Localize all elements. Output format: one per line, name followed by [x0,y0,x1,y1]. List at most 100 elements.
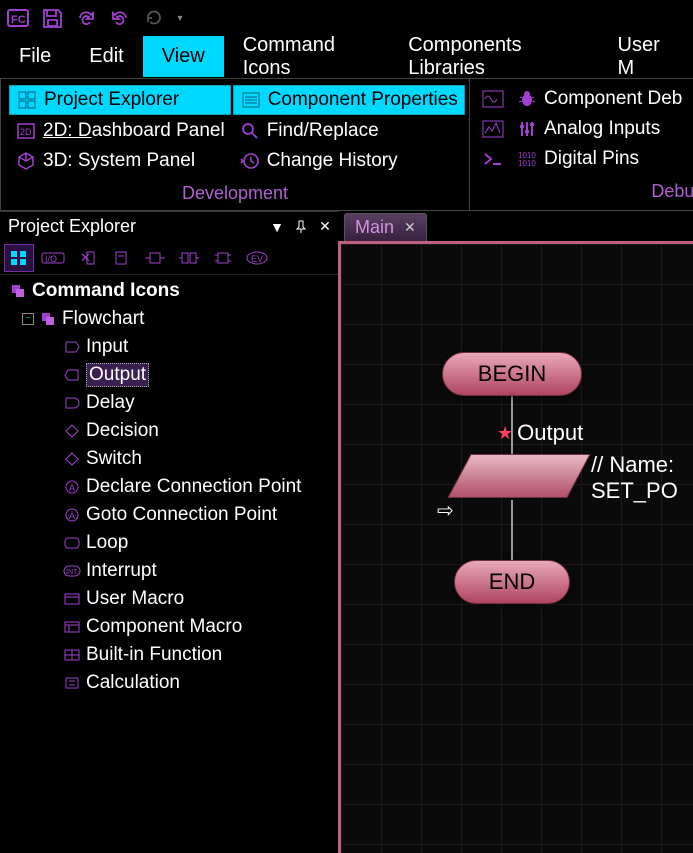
list-icon [240,89,262,111]
input-icon [62,337,82,357]
x-filter-icon[interactable]: ✕ [72,244,102,272]
io-view-icon[interactable]: I/O [38,244,68,272]
hbox2-view-icon[interactable] [174,244,204,272]
save-icon[interactable] [38,4,66,32]
toolbar-dropdown-icon[interactable]: ▾ [174,4,186,32]
panel-dropdown-icon[interactable]: ▼ [268,218,286,236]
binary-icon: 10101010 [516,148,538,170]
ribbon-group-debug: Component Deb Analog Inputs 10101010 Dig… [470,78,693,211]
ribbon-label: Component Properties [268,89,458,111]
find-replace-button[interactable]: Find/Replace [233,117,465,145]
grid-view-icon[interactable] [4,244,34,272]
tree-item-builtin-function[interactable]: Built-in Function [0,641,338,669]
chip-view-icon[interactable] [208,244,238,272]
bug-icon [516,88,538,110]
component-properties-button[interactable]: Component Properties [233,85,465,115]
block-view-icon[interactable] [106,244,136,272]
tree-item-switch[interactable]: Switch [0,445,338,473]
panel-close-icon[interactable]: ✕ [316,218,334,236]
ribbon-label: Project Explorer [44,89,179,111]
digital-pins-button[interactable]: 10101010 Digital Pins [510,145,688,173]
tree-item-calculation[interactable]: Calculation [0,669,338,697]
project-explorer-panel: I/O ✕ EV Command Icons − Flowchart Input… [0,241,338,853]
insert-arrow-icon[interactable]: ⇨ [437,498,454,523]
tree-item-user-macro[interactable]: User Macro [0,585,338,613]
svg-text:INT: INT [66,569,78,576]
tab-close-icon[interactable]: ✕ [404,219,416,236]
undo-icon[interactable] [106,4,134,32]
svg-text:A: A [69,511,75,521]
switch-icon [62,449,82,469]
tree-label: Calculation [86,672,180,694]
project-explorer-button[interactable]: Project Explorer [9,85,231,115]
tree-label: Input [86,336,128,358]
tree-item-output[interactable]: Output [0,361,338,389]
begin-node[interactable]: BEGIN [442,352,582,396]
tree-item-interrupt[interactable]: INTInterrupt [0,557,338,585]
delay-icon [62,393,82,413]
node-label: END [489,569,535,595]
menu-components-libraries[interactable]: Components Libraries [389,36,598,77]
panel-pin-icon[interactable] [292,218,310,236]
star-icon: ★ [497,423,513,444]
ribbon-label: Analog Inputs [544,118,660,140]
svg-text:FC: FC [11,14,26,26]
tree-label: Output [86,363,149,387]
tree-group-flowchart[interactable]: − Flowchart [0,305,338,333]
cube-icon [15,150,37,172]
system-panel-button[interactable]: 3D: System Panel [9,147,231,175]
hbox-view-icon[interactable] [140,244,170,272]
output-node[interactable] [447,454,590,498]
menu-user[interactable]: User M [599,36,693,77]
ribbon-group-development: Project Explorer 2D 2D: Dashboard Panel … [0,78,470,211]
refresh-step-icon[interactable] [140,4,168,32]
tree-item-loop[interactable]: Loop [0,529,338,557]
tree-item-goto-point[interactable]: A Goto Connection Point [0,501,338,529]
editor-area: BEGIN ★ Output ⇨ // Name: SET_PO END [338,241,693,853]
point-a-icon: A [62,477,82,497]
svg-text:2D: 2D [20,127,32,137]
tree-label: Loop [86,532,128,554]
tree-item-decision[interactable]: Decision [0,417,338,445]
menu-view[interactable]: View [143,36,224,77]
node-label: Output [517,420,583,446]
change-history-button[interactable]: Change History [233,147,465,175]
redo-icon[interactable] [72,4,100,32]
app-logo-icon[interactable]: FC [4,4,32,32]
component-debug-button[interactable]: Component Deb [510,85,688,113]
scope-button[interactable] [478,115,508,143]
canvas-grid [341,244,693,853]
panel-2d-icon: 2D [15,120,37,142]
tree-root[interactable]: Command Icons [0,277,338,305]
tree-label: Goto Connection Point [86,504,277,526]
analog-inputs-button[interactable]: Analog Inputs [510,115,688,143]
tree-item-input[interactable]: Input [0,333,338,361]
terminal-icon [482,148,504,170]
node-label: BEGIN [478,361,546,387]
tree-label: Decision [86,420,159,442]
calc-icon [62,673,82,693]
dashboard-panel-button[interactable]: 2D 2D: Dashboard Panel [9,117,231,145]
search-icon [239,120,261,142]
point-a-icon: A [62,505,82,525]
menu-command-icons[interactable]: Command Icons [224,36,390,77]
collapse-icon[interactable]: − [22,313,34,325]
grid-icon [16,89,38,111]
tree-item-component-macro[interactable]: Component Macro [0,613,338,641]
menu-edit[interactable]: Edit [70,36,142,77]
tree-item-declare-point[interactable]: ADeclare Connection Point [0,473,338,501]
tab-strip: Main ✕ [338,211,693,241]
oscilloscope-button[interactable] [478,85,508,113]
explorer-toolbar: I/O ✕ EV [0,241,338,275]
menu-file[interactable]: File [0,36,70,77]
sliders-icon [516,118,538,140]
terminal-button[interactable] [478,145,508,173]
tree-item-delay[interactable]: Delay [0,389,338,417]
flowchart-canvas[interactable]: BEGIN ★ Output ⇨ // Name: SET_PO END [338,241,693,853]
stack-icon [8,281,28,301]
func-icon [62,645,82,665]
ev-view-icon[interactable]: EV [242,244,272,272]
code-comment: // Name: [591,452,674,478]
end-node[interactable]: END [454,560,570,604]
tab-main[interactable]: Main ✕ [344,213,427,241]
